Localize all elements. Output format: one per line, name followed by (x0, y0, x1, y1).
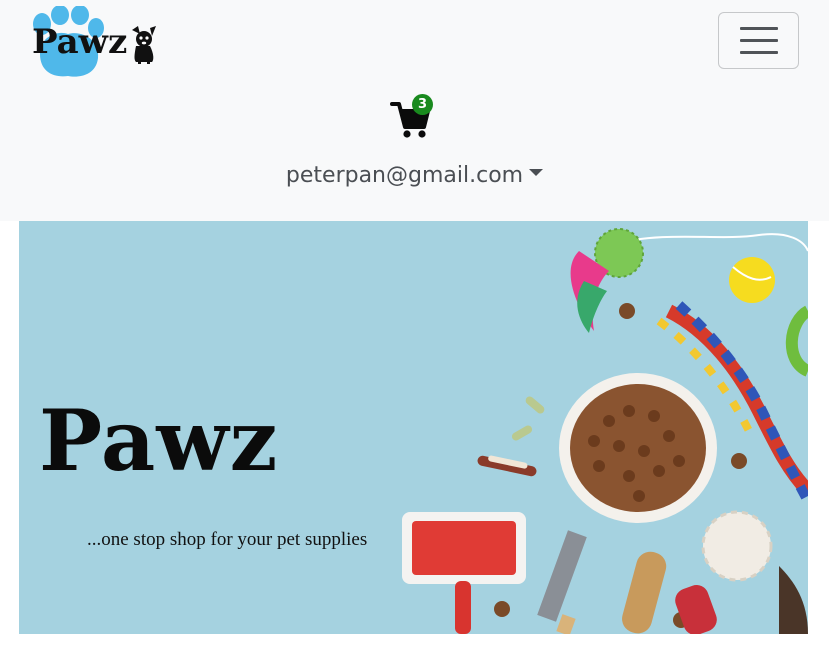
user-email: peterpan@gmail.com (285, 163, 524, 188)
hamburger-icon (739, 27, 778, 30)
navbar: Pawz 3 peterpan@gmail.com (0, 0, 829, 221)
hamburger-icon-bar-3 (739, 51, 778, 54)
cart-link[interactable]: 3 (390, 92, 440, 138)
brand-text: Pawz (32, 22, 128, 62)
brand-logo[interactable]: Pawz (28, 6, 160, 78)
hero-title: Pawz (39, 391, 279, 490)
cart-count-badge: 3 (412, 94, 433, 115)
hero-tagline: ...one stop shop for your pet supplies (87, 529, 368, 550)
hamburger-icon-bar-2 (739, 39, 778, 42)
user-menu-dropdown[interactable]: peterpan@gmail.com (0, 163, 829, 188)
hero-banner: Pawz ...one stop shop for your pet suppl… (19, 221, 808, 634)
caret-down-icon (529, 169, 544, 176)
navbar-toggle-button[interactable] (718, 12, 799, 69)
